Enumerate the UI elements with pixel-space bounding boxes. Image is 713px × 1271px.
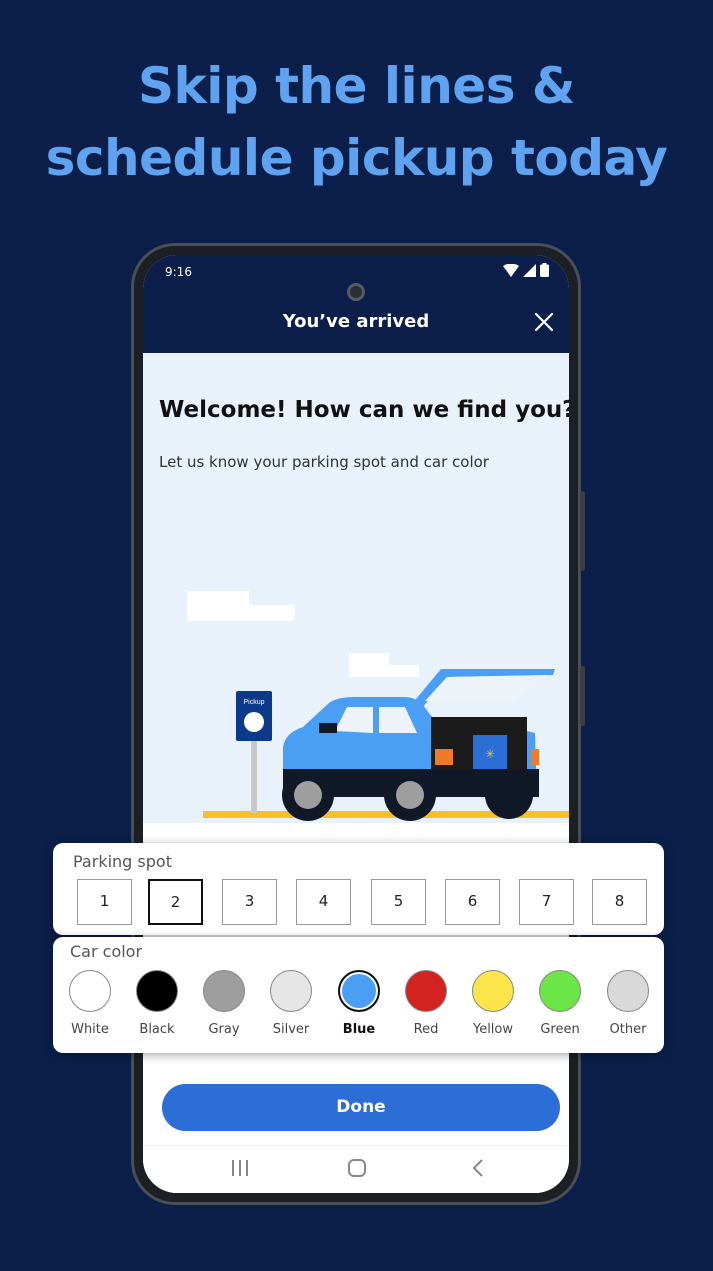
back-icon[interactable] — [471, 1158, 485, 1178]
color-label: Other — [609, 1022, 647, 1037]
welcome-subtitle: Let us know your parking spot and car co… — [159, 453, 489, 471]
status-icons — [503, 263, 549, 277]
android-nav-bar — [143, 1145, 569, 1193]
headline-line-1: Skip the lines & — [138, 57, 575, 115]
wheel-hub — [396, 781, 424, 809]
color-swatch — [69, 970, 111, 1012]
parking-spot-option[interactable]: 5 — [371, 879, 426, 925]
welcome-heading: Welcome! How can we find you? — [159, 397, 569, 423]
pickup-sign-label: Pickup — [243, 699, 264, 706]
parking-spot-option[interactable]: 3 — [222, 879, 277, 925]
done-section: Done — [143, 1055, 569, 1151]
welcome-section: Welcome! How can we find you? Let us kno… — [143, 353, 569, 823]
car-color-option-yellow[interactable]: Yellow — [459, 970, 527, 1037]
color-swatch — [203, 970, 245, 1012]
color-swatch — [539, 970, 581, 1012]
color-swatch — [405, 970, 447, 1012]
wifi-icon — [503, 263, 519, 277]
color-label: White — [71, 1022, 109, 1037]
car-color-card: Car color White Black Gray Silver Blue Red Yel… — [53, 937, 664, 1053]
parking-spot-label: Parking spot — [73, 852, 172, 871]
car-color-label: Car color — [70, 942, 143, 961]
done-button[interactable]: Done — [162, 1084, 560, 1131]
parking-spot-card: Parking spot 1 2 3 4 5 6 7 8 — [53, 843, 664, 935]
battery-icon — [540, 263, 549, 277]
headline-line-2: schedule pickup today — [45, 129, 668, 187]
parking-spot-option[interactable]: 6 — [445, 879, 500, 925]
car-color-option-gray[interactable]: Gray — [190, 970, 258, 1037]
phone-frame: 9:16 You’ve arrived Welcome! How can we … — [131, 243, 585, 1205]
color-label: Red — [413, 1022, 439, 1037]
side-mirror — [319, 723, 337, 733]
car-color-option-silver[interactable]: Silver — [257, 970, 325, 1037]
color-label: Yellow — [472, 1022, 514, 1037]
tail-light — [531, 749, 539, 765]
cloud-shape — [187, 605, 295, 621]
color-label: Blue — [342, 1022, 376, 1037]
status-time: 9:16 — [165, 265, 192, 279]
car-color-option-red[interactable]: Red — [392, 970, 460, 1037]
parking-spot-option[interactable]: 8 — [592, 879, 647, 925]
color-label: Silver — [272, 1022, 310, 1037]
color-swatch — [136, 970, 178, 1012]
tail-light — [435, 749, 453, 765]
page-title: You’ve arrived — [282, 311, 430, 332]
app-header: 9:16 You’ve arrived — [143, 255, 569, 353]
car-color-option-green[interactable]: Green — [526, 970, 594, 1037]
color-swatch — [472, 970, 514, 1012]
car-color-option-blue[interactable]: Blue — [325, 970, 393, 1037]
close-icon — [534, 312, 554, 332]
sign-pole — [251, 733, 257, 813]
car-color-option-white[interactable]: White — [56, 970, 124, 1037]
parking-spot-option[interactable]: 4 — [296, 879, 351, 925]
power-button — [580, 666, 585, 726]
car-color-option-other[interactable]: Other — [594, 970, 662, 1037]
pickup-sign-icon — [244, 712, 264, 732]
recent-apps-icon[interactable] — [231, 1158, 249, 1178]
wheel — [485, 771, 533, 819]
car-color-option-black[interactable]: Black — [123, 970, 191, 1037]
color-swatch — [270, 970, 312, 1012]
headline: Skip the lines & schedule pickup today — [0, 50, 713, 194]
color-swatch — [338, 970, 380, 1012]
color-label: Black — [139, 1022, 175, 1037]
close-button[interactable] — [533, 311, 555, 333]
signal-icon — [523, 263, 536, 277]
parking-spot-option[interactable]: 7 — [519, 879, 574, 925]
parking-spot-option-selected[interactable]: 2 — [148, 879, 203, 925]
home-icon[interactable] — [347, 1158, 367, 1178]
cloud-shape — [349, 665, 419, 677]
color-swatch — [607, 970, 649, 1012]
color-label: Gray — [208, 1022, 240, 1037]
color-label: Green — [540, 1022, 580, 1037]
pickup-illustration: Pickup ✳ — [187, 591, 569, 821]
wheel-hub — [294, 781, 322, 809]
volume-button — [580, 491, 585, 571]
parking-spot-option[interactable]: 1 — [77, 879, 132, 925]
front-camera — [347, 283, 365, 301]
spark-icon: ✳ — [485, 747, 495, 761]
